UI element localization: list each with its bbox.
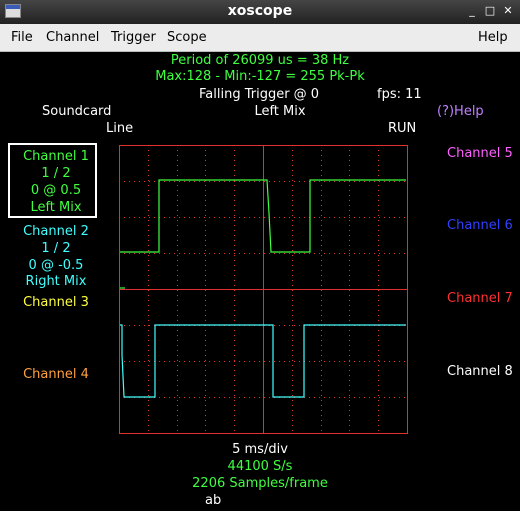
timebase: 5 ms/div [232, 442, 288, 457]
sample-rate: 44100 S/s [227, 459, 293, 474]
scope-grid [119, 145, 408, 434]
samples-per-frame: 2206 Samples/frame [192, 476, 328, 491]
mode-label: ab [205, 493, 222, 508]
scope-display [119, 145, 408, 434]
